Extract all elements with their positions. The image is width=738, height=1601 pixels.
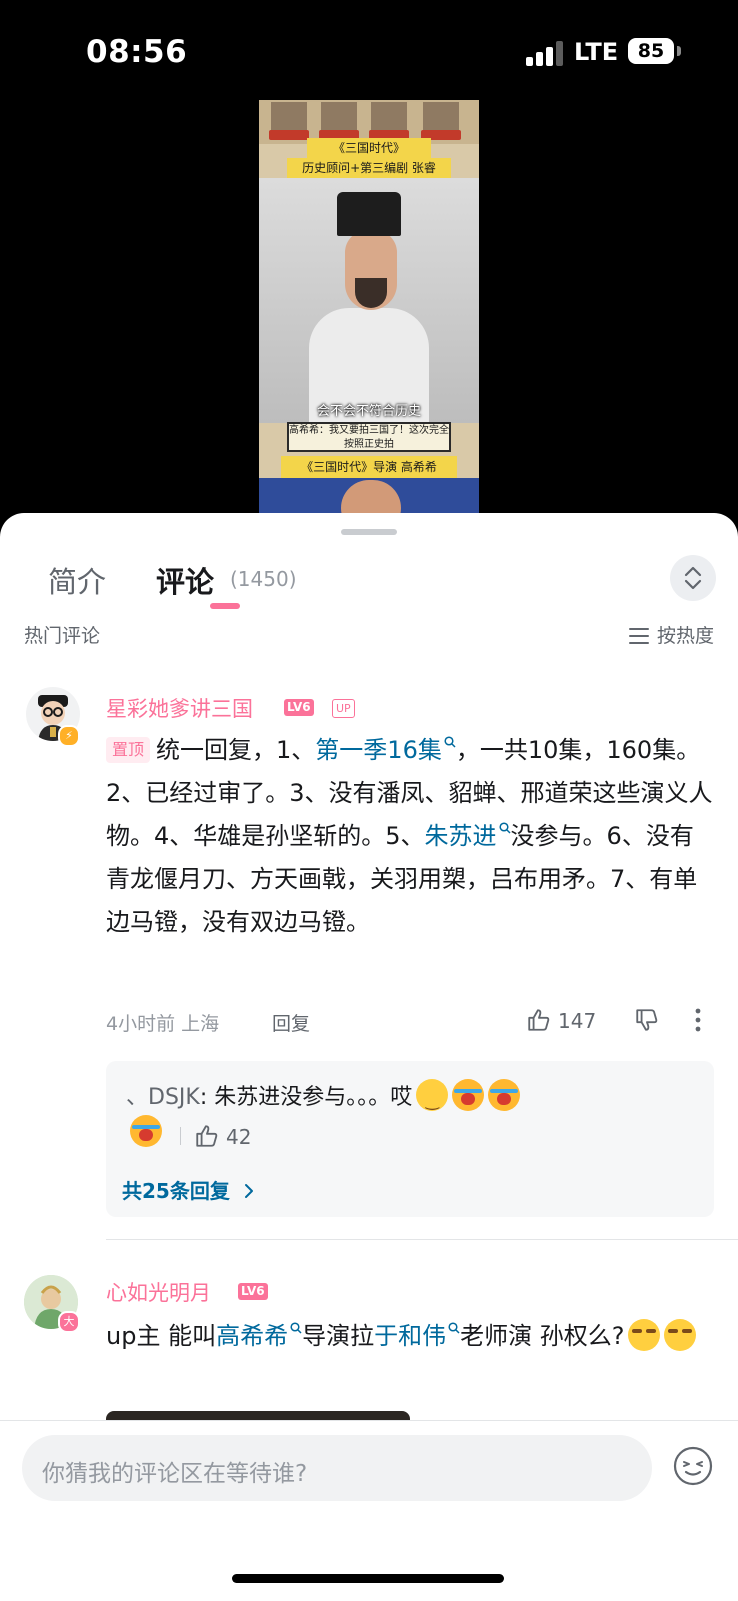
crying-face-emoji xyxy=(452,1079,485,1111)
search-icon xyxy=(498,822,511,834)
level-badge: LV6 xyxy=(284,699,314,716)
search-link[interactable]: 朱苏进 xyxy=(425,822,497,850)
video-caption-director: 《三国时代》导演 高希希 xyxy=(281,456,457,478)
tab-comments[interactable]: 评论 xyxy=(156,559,214,601)
clock: 08:56 xyxy=(86,34,188,70)
relieved-face-emoji xyxy=(416,1079,449,1120)
expand-button[interactable] xyxy=(670,555,716,601)
video-subtitle: 会不会不符合历史 xyxy=(316,404,421,419)
comment-text[interactable]: up主 能叫高希希 导演拉于和伟 老师演 孙权么? xyxy=(106,1315,716,1358)
comment-count: (1450) xyxy=(230,567,297,591)
comment-divider xyxy=(106,1239,738,1240)
reply-username[interactable]: 、DSJK xyxy=(126,1085,200,1110)
battery-icon: 85 xyxy=(628,38,674,64)
dislike-button[interactable] xyxy=(634,1007,660,1037)
like-button[interactable]: 147 xyxy=(526,1007,596,1033)
sort-button[interactable]: 按热度 xyxy=(628,621,714,648)
crying-face-emoji xyxy=(130,1115,162,1147)
thumbs-up-icon xyxy=(196,1125,218,1147)
tab-intro[interactable]: 简介 xyxy=(48,559,106,601)
emoji-icon xyxy=(673,1446,713,1486)
comment-input[interactable]: 你猜我的评论区在等待谁? xyxy=(22,1435,652,1501)
view-all-replies-link[interactable]: 共25条回复 xyxy=(122,1175,255,1204)
sort-label: 按热度 xyxy=(656,625,714,647)
network-type: LTE xyxy=(574,38,619,66)
video-quote-box: 高希希：我又要拍三国了！这次完全按照正史拍 xyxy=(287,422,451,452)
smirk-emoji xyxy=(664,1319,697,1351)
chevron-right-icon xyxy=(244,1184,253,1198)
pinned-badge: 置顶 xyxy=(106,737,151,763)
search-icon xyxy=(444,736,456,748)
username[interactable]: 心如光明月 xyxy=(106,1277,211,1307)
like-count: 147 xyxy=(558,1009,597,1033)
search-link[interactable]: 高希希 xyxy=(216,1322,288,1350)
smirk-emoji xyxy=(628,1319,661,1351)
more-vertical-icon xyxy=(695,1008,701,1032)
reply-text: 、DSJK: 朱苏进没参与。。。哎 xyxy=(126,1079,521,1120)
chevron-up-down-icon xyxy=(684,566,702,590)
comment-input-placeholder: 你猜我的评论区在等待谁? xyxy=(42,1461,308,1487)
reply-button[interactable]: 回复 xyxy=(272,1009,310,1036)
crying-face-emoji xyxy=(488,1079,521,1111)
username[interactable]: 星彩她爹讲三国 xyxy=(106,693,253,723)
video-caption-title: 《三国时代》 xyxy=(307,138,431,158)
video-caption-role: 历史顾问+第三编剧 张睿 xyxy=(287,158,451,178)
thumbs-up-icon xyxy=(528,1009,550,1031)
sort-icon xyxy=(628,628,649,644)
more-options-button[interactable] xyxy=(694,1007,702,1037)
hot-comments-title: 热门评论 xyxy=(24,625,101,647)
comment-text[interactable]: 置顶 统一回复，1、第一季16集 ，一共10集，160集。2、已经过审了。3、没有潘… xyxy=(106,729,716,944)
tab-active-indicator xyxy=(210,603,240,609)
reply-like-count: 42 xyxy=(226,1125,252,1149)
search-icon xyxy=(290,1322,302,1334)
emoji-button[interactable] xyxy=(672,1445,714,1491)
vip-badge: 大 xyxy=(58,1311,80,1333)
search-link[interactable]: 第一季16集 xyxy=(315,736,442,764)
lightning-icon: ⚡ xyxy=(58,725,80,747)
status-bar: 08:56 LTE 85 xyxy=(0,0,738,100)
reply-like-button[interactable]: 42 xyxy=(194,1123,251,1149)
video-player[interactable]: 《三国时代》 历史顾问+第三编剧 张睿 会不会不符合历史 高希希：我又要拍三国了… xyxy=(259,100,479,530)
level-badge: LV6 xyxy=(238,1283,268,1300)
home-indicator[interactable] xyxy=(232,1574,504,1583)
search-link[interactable]: 于和伟 xyxy=(374,1322,446,1350)
drag-handle[interactable] xyxy=(341,529,397,535)
thumbs-down-icon xyxy=(636,1009,658,1031)
signal-icon xyxy=(526,40,566,66)
reply-preview[interactable]: 、DSJK: 朱苏进没参与。。。哎 42 共25条回复 xyxy=(106,1061,714,1217)
comment-time: 4小时前 上海 xyxy=(106,1013,220,1035)
up-badge: UP xyxy=(332,699,355,718)
battery-cap xyxy=(677,46,681,56)
search-icon xyxy=(448,1322,460,1334)
